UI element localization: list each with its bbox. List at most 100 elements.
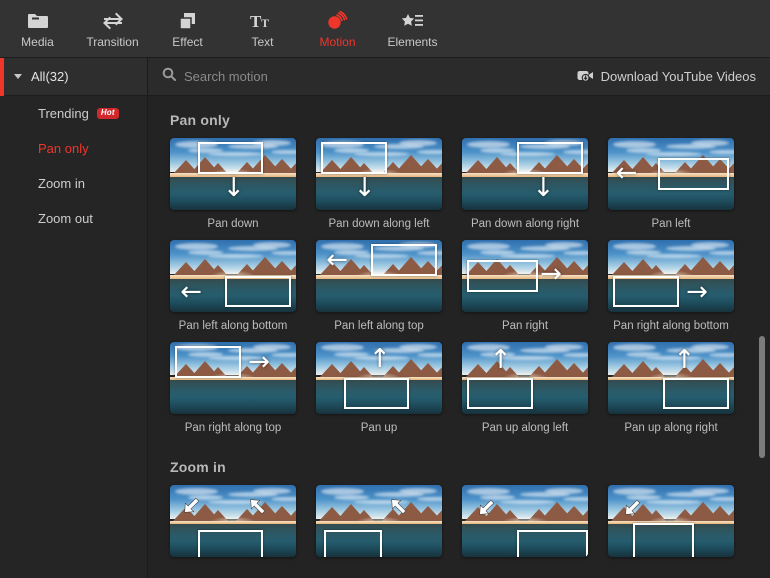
- crop-frame: [658, 158, 729, 190]
- sidebar-item-label: Zoom in: [38, 176, 85, 191]
- toolbar-tab-elements[interactable]: Elements: [375, 0, 450, 58]
- motion-preset-label: Pan up along right: [624, 421, 718, 434]
- motion-preset-label: Pan up: [360, 421, 398, 434]
- motion-preset-card[interactable]: ↑ Pan up along right: [608, 341, 754, 436]
- motion-preset-grid[interactable]: Pan only ↓ Pan down ↓ Pan down along lef…: [148, 96, 770, 578]
- crop-frame: [467, 259, 538, 292]
- motion-preset-card[interactable]: ↑ Pan up along left: [462, 341, 608, 436]
- motion-preset-thumbnail[interactable]: ↓: [170, 138, 296, 210]
- toolbar-tab-elements-label: Elements: [387, 34, 438, 49]
- motion-preset-thumbnail[interactable]: ↑: [462, 341, 588, 414]
- motion-preset-label: Pan right: [501, 319, 549, 332]
- motion-preset-card[interactable]: [170, 485, 316, 565]
- motion-preset-thumbnail[interactable]: ↑: [316, 341, 442, 414]
- section-grid: [148, 485, 770, 573]
- motion-icon: [326, 10, 350, 32]
- content-scrollbar-track[interactable]: [758, 96, 768, 578]
- motion-preset-thumbnail[interactable]: ↓: [316, 138, 442, 210]
- chevron-down-icon: [14, 74, 22, 79]
- search-input[interactable]: [184, 69, 504, 84]
- direction-arrow-icon: ←: [180, 276, 202, 307]
- sidebar-item-label: Trending: [38, 106, 89, 121]
- direction-arrow-icon: →: [540, 259, 562, 290]
- motion-preset-card[interactable]: ← Pan left: [608, 138, 754, 232]
- crop-frame: [371, 244, 437, 276]
- motion-preset-thumbnail[interactable]: [170, 485, 296, 558]
- crop-frame: [175, 345, 241, 378]
- crop-frame: [633, 522, 694, 558]
- motion-preset-card[interactable]: ↑ Pan up: [316, 341, 462, 436]
- crop-frame: [663, 377, 729, 410]
- motion-preset-card[interactable]: ← Pan left along top: [316, 239, 462, 334]
- section-title: Pan only: [170, 112, 230, 128]
- motion-preset-card[interactable]: → Pan right along top: [170, 341, 316, 436]
- search-field-wrap[interactable]: [162, 67, 577, 86]
- video-download-icon: [577, 69, 594, 85]
- direction-arrow-icon: ←: [615, 157, 638, 188]
- category-all-header[interactable]: All(32): [0, 58, 147, 96]
- direction-arrow-icon: ↑: [673, 345, 696, 376]
- sidebar-item-zoom-out[interactable]: Zoom out: [0, 201, 147, 236]
- text-icon: TT: [250, 10, 276, 32]
- motion-preset-thumbnail[interactable]: ↓: [462, 138, 588, 210]
- toolbar-tab-effect[interactable]: Effect: [150, 0, 225, 58]
- motion-preset-label: Pan down along left: [328, 218, 430, 230]
- direction-arrow-icon: ↑: [489, 345, 512, 376]
- search-icon: [162, 67, 176, 86]
- motion-preset-card[interactable]: [316, 485, 462, 565]
- direction-arrow-icon: →: [686, 276, 708, 307]
- content-scrollbar-thumb[interactable]: [759, 336, 765, 458]
- motion-preset-thumbnail[interactable]: →: [608, 239, 734, 312]
- toolbar-tab-motion-label: Motion: [319, 34, 356, 49]
- transition-icon: [101, 10, 125, 32]
- motion-preset-thumbnail[interactable]: [316, 485, 442, 558]
- motion-preset-card[interactable]: ↓ Pan down along right: [462, 138, 608, 232]
- motion-preset-thumbnail[interactable]: [462, 485, 588, 558]
- sidebar-item-zoom-in[interactable]: Zoom in: [0, 166, 147, 201]
- svg-text:T: T: [261, 16, 269, 30]
- toolbar-tab-motion[interactable]: Motion: [300, 0, 375, 58]
- motion-preset-label: Pan left: [651, 218, 691, 230]
- main-toolbar: Media Transition Effect TT Text Motion E…: [0, 0, 770, 58]
- motion-preset-thumbnail[interactable]: →: [170, 341, 296, 414]
- crop-frame: [323, 530, 382, 558]
- hot-badge: Hot: [96, 108, 119, 119]
- motion-preset-card[interactable]: → Pan right along bottom: [608, 239, 754, 334]
- download-youtube-videos-button[interactable]: Download YouTube Videos: [577, 69, 756, 85]
- motion-preset-card[interactable]: ← Pan left along bottom: [170, 239, 316, 334]
- motion-preset-label: Pan down along right: [470, 218, 580, 230]
- toolbar-tab-effect-label: Effect: [172, 34, 203, 49]
- motion-preset-card[interactable]: [608, 485, 754, 565]
- sidebar-item-label: Pan only: [38, 141, 89, 156]
- direction-arrow-icon: ↓: [222, 173, 245, 204]
- toolbar-tab-transition[interactable]: Transition: [75, 0, 150, 58]
- toolbar-tab-text[interactable]: TT Text: [225, 0, 300, 58]
- motion-preset-card[interactable]: [462, 485, 608, 565]
- motion-preset-thumbnail[interactable]: ←: [608, 138, 734, 210]
- toolbar-tab-transition-label: Transition: [86, 34, 139, 49]
- crop-frame: [517, 530, 588, 558]
- motion-preset-label: Pan left along bottom: [178, 319, 288, 332]
- motion-preset-thumbnail[interactable]: [608, 485, 734, 558]
- sidebar-item-pan-only[interactable]: Pan only: [0, 131, 147, 166]
- toolbar-tab-text-label: Text: [251, 34, 274, 49]
- motion-preset-thumbnail[interactable]: ←: [170, 239, 296, 312]
- crop-frame: [517, 142, 583, 174]
- sidebar-item-label: Zoom out: [38, 211, 93, 226]
- direction-arrow-icon: ↓: [353, 173, 376, 204]
- toolbar-tab-media[interactable]: Media: [0, 0, 75, 58]
- motion-preset-label: Pan left along top: [334, 319, 424, 332]
- direction-arrow-icon: ↑: [368, 343, 391, 374]
- motion-preset-card[interactable]: → Pan right: [462, 239, 608, 334]
- motion-preset-thumbnail[interactable]: ←: [316, 239, 442, 312]
- motion-preset-thumbnail[interactable]: →: [462, 239, 588, 312]
- direction-arrow-icon: →: [248, 346, 270, 377]
- motion-preset-card[interactable]: ↓ Pan down along left: [316, 138, 462, 232]
- section-grid: ↓ Pan down ↓ Pan down along left ↓ Pan d…: [148, 138, 770, 443]
- motion-preset-label: Pan up along left: [481, 421, 569, 434]
- crop-frame: [197, 142, 264, 174]
- sidebar-item-trending[interactable]: Trending Hot: [0, 96, 147, 131]
- motion-preset-card[interactable]: ↓ Pan down: [170, 138, 316, 232]
- section-title: Zoom in: [170, 459, 226, 476]
- motion-preset-thumbnail[interactable]: ↑: [608, 341, 734, 414]
